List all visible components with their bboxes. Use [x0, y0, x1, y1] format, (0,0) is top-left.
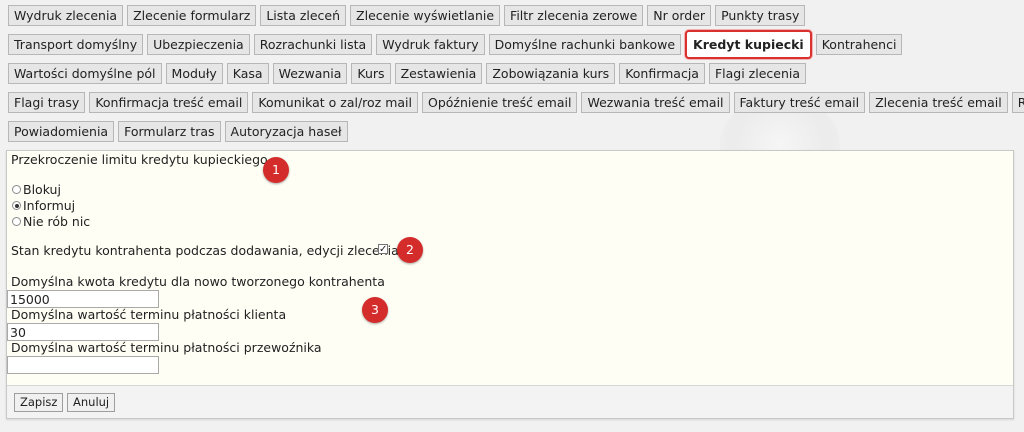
radio-nie-rob-nic[interactable]	[12, 217, 21, 226]
tab-row-5: Powiadomienia Formularz tras Autoryzacja…	[8, 121, 352, 142]
cancel-button[interactable]: Anuluj	[67, 393, 116, 412]
settings-tabs: Wydruk zlecenia Zlecenie formularz Lista…	[0, 0, 1024, 150]
annotation-marker-1: 1	[263, 157, 289, 183]
option-informuj-label: Informuj	[23, 198, 76, 213]
option-nie-rob-nic-label: Nie rób nic	[23, 214, 91, 229]
tab-row-3: Wartości domyślne pól Moduły Kasa Wezwan…	[8, 63, 810, 84]
tab-zobowiazania-kurs[interactable]: Zobowiązania kurs	[486, 63, 616, 84]
option-blokuj[interactable]: Blokuj	[12, 182, 61, 197]
tab-flagi-trasy[interactable]: Flagi trasy	[8, 92, 86, 113]
tab-autoryzacja-hasel[interactable]: Autoryzacja haseł	[224, 121, 348, 142]
option-nie-rob-nic[interactable]: Nie rób nic	[12, 214, 90, 229]
tab-opoznienie-tresc-email[interactable]: Opóźnienie treść email	[422, 92, 578, 113]
tab-formularz-tras[interactable]: Formularz tras	[118, 121, 221, 142]
tab-nr-order[interactable]: Nr order	[647, 5, 712, 26]
tab-flagi-zlecenia[interactable]: Flagi zlecenia	[708, 63, 807, 84]
tab-konfirmacja[interactable]: Konfirmacja	[619, 63, 705, 84]
tab-transport-domyslny[interactable]: Transport domyślny	[8, 34, 144, 55]
carrier-term-input[interactable]	[7, 356, 159, 374]
tab-filtr-zlecenia-zerowe[interactable]: Filtr zlecenia zerowe	[504, 5, 644, 26]
tab-rozrachunki-lista[interactable]: Rozrachunki lista	[253, 34, 373, 55]
tab-raport-dla[interactable]: Raport dla	[1011, 92, 1024, 113]
tab-zestawienia[interactable]: Zestawienia	[394, 63, 483, 84]
tab-wezwania-tresc-email[interactable]: Wezwania treść email	[581, 92, 730, 113]
tab-row-4: Flagi trasy Konfirmacja treść email Komu…	[8, 92, 1024, 113]
annotation-marker-3: 3	[362, 297, 388, 323]
tab-ubezpieczenia[interactable]: Ubezpieczenia	[147, 34, 250, 55]
client-term-input[interactable]	[7, 323, 159, 341]
tab-zlecenia-tresc-email[interactable]: Zlecenia treść email	[869, 92, 1008, 113]
tab-zlecenie-wyswietlanie[interactable]: Zlecenie wyświetlanie	[350, 5, 501, 26]
save-button[interactable]: Zapisz	[14, 393, 64, 412]
tab-lista-zlecen[interactable]: Lista zleceń	[260, 5, 347, 26]
tab-row-1: Wydruk zlecenia Zlecenie formularz Lista…	[8, 5, 809, 26]
tab-kasa[interactable]: Kasa	[226, 63, 269, 84]
tab-wydruk-zlecenia[interactable]: Wydruk zlecenia	[8, 5, 124, 26]
panel-footer: Zapisz Anuluj	[7, 385, 1013, 418]
option-blokuj-label: Blokuj	[23, 182, 61, 197]
tab-domyslne-rachunki-bankowe[interactable]: Domyślne rachunki bankowe	[488, 34, 682, 55]
option-informuj[interactable]: Informuj	[12, 198, 75, 213]
radio-blokuj[interactable]	[12, 185, 21, 194]
tab-kontrahenci[interactable]: Kontrahenci	[815, 34, 903, 55]
default-credit-input[interactable]	[7, 290, 159, 308]
tab-konfirmacja-tresc-email[interactable]: Konfirmacja treść email	[89, 92, 249, 113]
tab-powiadomienia[interactable]: Powiadomienia	[8, 121, 115, 142]
tab-zlecenie-formularz[interactable]: Zlecenie formularz	[127, 5, 257, 26]
tab-wartosci-domyslne-pol[interactable]: Wartości domyślne pól	[8, 63, 162, 84]
client-term-label: Domyślna wartość terminu płatności klien…	[11, 307, 287, 322]
annotation-marker-2: 2	[397, 237, 423, 263]
tab-moduly[interactable]: Moduły	[165, 63, 223, 84]
tab-faktury-tresc-email[interactable]: Faktury treść email	[733, 92, 866, 113]
tab-kurs[interactable]: Kurs	[351, 63, 391, 84]
tab-punkty-trasy[interactable]: Punkty trasy	[715, 5, 806, 26]
tab-wydruk-faktury[interactable]: Wydruk faktury	[376, 34, 485, 55]
carrier-term-label: Domyślna wartość terminu płatności przew…	[11, 340, 322, 355]
tab-kredyt-kupiecki[interactable]: Kredyt kupiecki	[685, 30, 812, 59]
tab-row-2: Transport domyślny Ubezpieczenia Rozrach…	[8, 30, 906, 59]
credit-settings-panel: Przekroczenie limitu kredytu kupieckiego…	[6, 150, 1014, 419]
radio-informuj[interactable]	[12, 201, 21, 210]
tab-komunikat-zal-roz-mail[interactable]: Komunikat o zal/roz mail	[252, 92, 419, 113]
default-credit-label: Domyślna kwota kredytu dla nowo tworzone…	[11, 274, 385, 289]
credit-state-checkbox[interactable]: ✓	[378, 244, 388, 255]
tab-wezwania[interactable]: Wezwania	[272, 63, 348, 84]
limit-exceeded-label: Przekroczenie limitu kredytu kupieckiego	[11, 152, 268, 167]
credit-state-label: Stan kredytu kontrahenta podczas dodawan…	[11, 243, 399, 258]
